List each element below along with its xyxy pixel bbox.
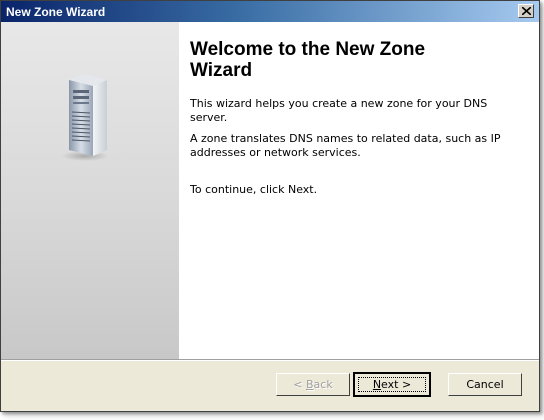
wizard-window: New Zone Wizard Welcome to the New Zone … <box>0 0 540 412</box>
close-icon <box>522 7 531 15</box>
continue-instruction: To continue, click Next. <box>190 183 318 196</box>
page-title: Welcome to the New Zone Wizard <box>190 39 426 81</box>
intro-text: This wizard helps you create a new zone … <box>190 97 488 124</box>
cancel-button[interactable]: Cancel <box>448 373 522 396</box>
window-title: New Zone Wizard <box>6 5 106 19</box>
back-button-label: < Back <box>293 378 333 391</box>
next-button[interactable]: Next > <box>353 372 431 397</box>
cancel-button-label: Cancel <box>466 378 504 391</box>
wizard-side-panel <box>1 22 179 359</box>
back-button[interactable]: < Back <box>276 373 350 396</box>
close-button[interactable] <box>518 4 534 18</box>
description-text: A zone translates DNS names to related d… <box>190 132 501 159</box>
next-button-label: Next > <box>372 378 412 391</box>
title-bar[interactable]: New Zone Wizard <box>1 1 539 22</box>
wizard-text-panel: Welcome to the New Zone Wizard This wiza… <box>179 22 539 359</box>
wizard-content: Welcome to the New Zone Wizard This wiza… <box>1 22 539 359</box>
button-separator <box>1 359 539 361</box>
server-icon <box>61 74 109 161</box>
